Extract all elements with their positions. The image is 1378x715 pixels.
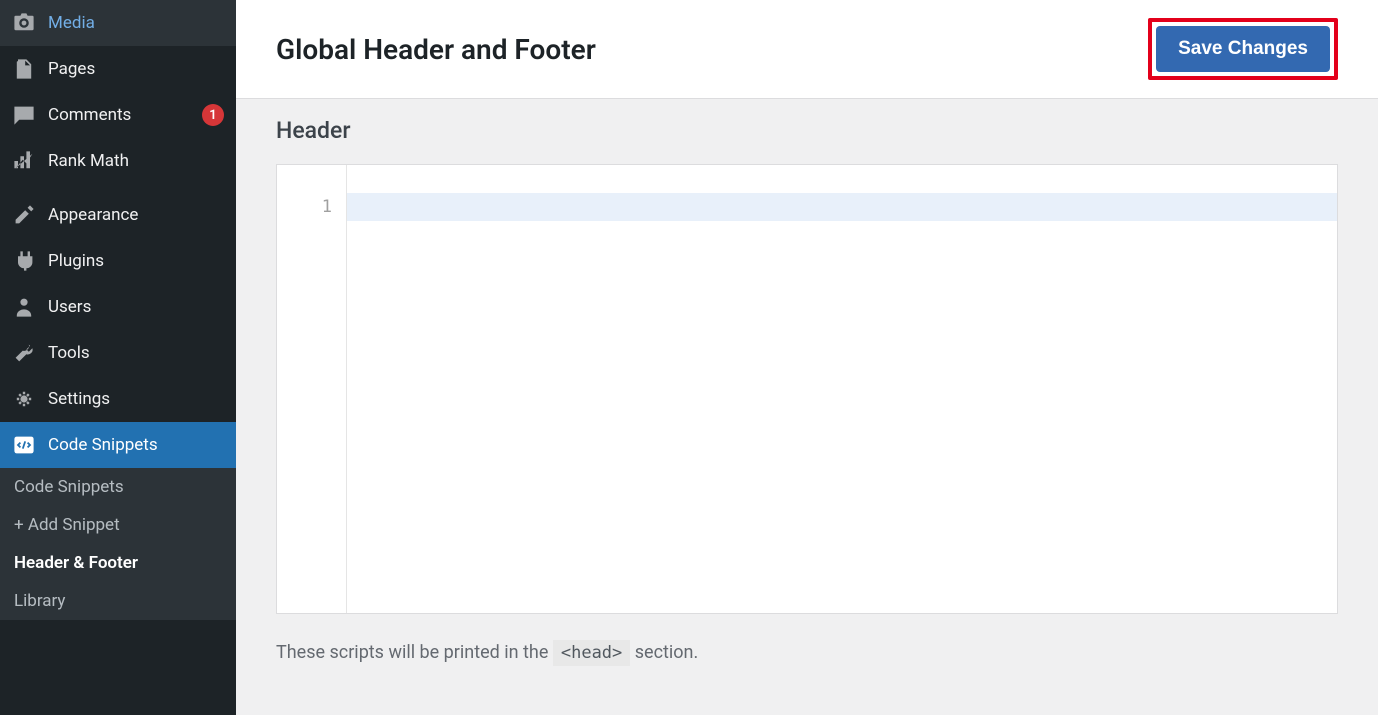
- save-highlight: Save Changes: [1148, 18, 1338, 80]
- appearance-icon: [12, 203, 36, 227]
- sidebar-item-comments[interactable]: Comments 1: [0, 92, 236, 138]
- section-title-header: Header: [276, 117, 1338, 144]
- sidebar-item-label: Pages: [48, 59, 224, 79]
- plugins-icon: [12, 249, 36, 273]
- line-number: 1: [277, 193, 346, 221]
- sidebar-item-tools[interactable]: Tools: [0, 330, 236, 376]
- sidebar-item-label: Settings: [48, 389, 224, 409]
- help-text: These scripts will be printed in the <he…: [276, 642, 1338, 663]
- help-code: <head>: [553, 640, 630, 666]
- sidebar-item-label: Appearance: [48, 205, 224, 225]
- submenu-add-snippet[interactable]: + Add Snippet: [0, 506, 236, 544]
- editor-content[interactable]: [347, 165, 1337, 613]
- tools-icon: [12, 341, 36, 365]
- submenu-header-footer[interactable]: Header & Footer: [0, 544, 236, 582]
- sidebar-item-media[interactable]: Media: [0, 0, 236, 46]
- sidebar-item-label: Rank Math: [48, 151, 224, 171]
- editor-line[interactable]: [347, 193, 1337, 221]
- sidebar-item-plugins[interactable]: Plugins: [0, 238, 236, 284]
- sidebar-item-label: Media: [48, 13, 224, 33]
- code-icon: [12, 433, 36, 457]
- sidebar-item-appearance[interactable]: Appearance: [0, 192, 236, 238]
- sidebar-item-label: Code Snippets: [48, 435, 224, 455]
- sidebar-item-label: Users: [48, 297, 224, 317]
- page-header: Global Header and Footer Save Changes: [236, 0, 1378, 99]
- page-title: Global Header and Footer: [276, 33, 596, 66]
- code-editor[interactable]: 1: [276, 164, 1338, 614]
- comments-badge: 1: [202, 104, 224, 126]
- editor-gutter: 1: [277, 165, 347, 613]
- sidebar-item-label: Plugins: [48, 251, 224, 271]
- content-area: Global Header and Footer Save Changes He…: [236, 0, 1378, 715]
- sidebar-item-pages[interactable]: Pages: [0, 46, 236, 92]
- submenu-library[interactable]: Library: [0, 582, 236, 620]
- rankmath-icon: [12, 149, 36, 173]
- admin-sidebar: Media Pages Comments 1 Rank Math Appeara…: [0, 0, 236, 715]
- page-body: Header 1 These scripts will be printed i…: [236, 99, 1378, 681]
- save-button[interactable]: Save Changes: [1156, 26, 1330, 72]
- sidebar-item-label: Tools: [48, 343, 224, 363]
- media-icon: [12, 11, 36, 35]
- users-icon: [12, 295, 36, 319]
- sidebar-item-code-snippets[interactable]: Code Snippets: [0, 422, 236, 468]
- submenu-code-snippets[interactable]: Code Snippets: [0, 468, 236, 506]
- help-text-before: These scripts will be printed in the: [276, 642, 553, 663]
- comments-icon: [12, 103, 36, 127]
- sidebar-item-settings[interactable]: Settings: [0, 376, 236, 422]
- sidebar-item-users[interactable]: Users: [0, 284, 236, 330]
- sidebar-item-rankmath[interactable]: Rank Math: [0, 138, 236, 184]
- help-text-after: section.: [630, 642, 698, 663]
- sidebar-item-label: Comments: [48, 105, 194, 125]
- pages-icon: [12, 57, 36, 81]
- settings-icon: [12, 387, 36, 411]
